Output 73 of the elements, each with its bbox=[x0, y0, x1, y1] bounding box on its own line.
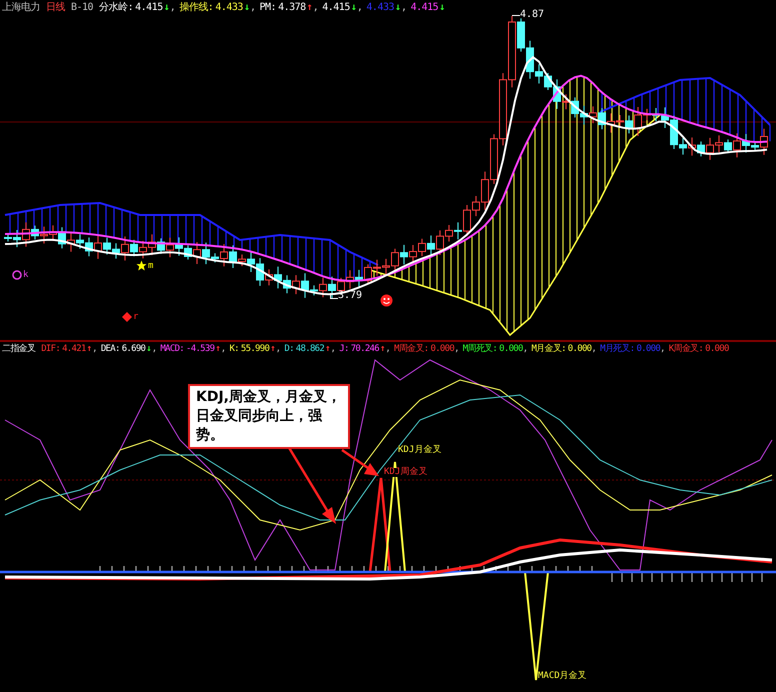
legend-label: DIF: bbox=[41, 343, 60, 356]
legend-value: 4.433 bbox=[215, 1, 243, 15]
legend-label: PM: bbox=[260, 1, 276, 15]
legend-value: -4.539 bbox=[186, 343, 214, 356]
trend-arrow: ↓ bbox=[244, 1, 250, 15]
marker-letter: k bbox=[23, 271, 28, 280]
legend-title: 上海电力 bbox=[2, 1, 40, 15]
separator: , bbox=[660, 343, 665, 356]
legend-value: 4.415 bbox=[135, 1, 163, 15]
trend-arrow: ↓ bbox=[164, 1, 170, 15]
separator: , bbox=[385, 343, 390, 356]
separator: , bbox=[591, 343, 596, 356]
marker-letter: r bbox=[133, 313, 138, 322]
legend-label: M月金叉: bbox=[531, 342, 566, 356]
separator: , bbox=[220, 343, 226, 356]
separator: , bbox=[250, 1, 256, 15]
signal-label: MACD月金叉 bbox=[538, 672, 587, 681]
legend-title: B-10 bbox=[71, 1, 94, 15]
price-label: 3.79 bbox=[338, 291, 362, 301]
price-label: 4.87 bbox=[520, 10, 544, 20]
legend-label: D: bbox=[284, 343, 294, 356]
trend-arrow: ↑ bbox=[380, 343, 386, 356]
legend-label: 分水岭: bbox=[99, 1, 134, 15]
trend-arrow: ↑ bbox=[86, 343, 92, 356]
legend-value: 4.415 bbox=[410, 1, 438, 15]
legend-title: 二指金叉 bbox=[2, 342, 36, 356]
legend-label: K周金叉: bbox=[668, 342, 704, 356]
legend-value: 0.000 bbox=[636, 343, 660, 356]
signal-label: KDJ月金叉 bbox=[398, 446, 442, 455]
legend-value: 0.000 bbox=[705, 343, 729, 356]
legend-value: 4.415 bbox=[322, 1, 350, 15]
legend-label: M周金叉: bbox=[394, 342, 428, 356]
separator: , bbox=[522, 343, 528, 356]
separator: , bbox=[170, 1, 176, 15]
separator: , bbox=[454, 343, 459, 356]
trend-arrow: ↑ bbox=[215, 343, 221, 356]
legend-label: 操作线: bbox=[179, 1, 214, 15]
separator: , bbox=[330, 343, 336, 356]
legend-value: 4.421 bbox=[62, 343, 86, 356]
legend-value: 48.862 bbox=[296, 343, 324, 356]
trend-arrow: ↑ bbox=[270, 343, 276, 356]
legend-title: 日线 bbox=[46, 1, 65, 15]
legend-value: 4.378 bbox=[278, 1, 306, 15]
trend-arrow: ↑ bbox=[306, 1, 313, 15]
legend-value: 70.246 bbox=[350, 343, 379, 356]
separator: , bbox=[356, 1, 362, 15]
separator: , bbox=[312, 1, 318, 15]
callout-text: KDJ,周金叉，月金叉，日金叉同步向上，强势。 bbox=[188, 384, 350, 449]
legend-value: 0.000 bbox=[430, 343, 454, 356]
legend-label: M周死叉: bbox=[462, 343, 498, 356]
smiley-icon bbox=[380, 294, 393, 307]
trend-arrow: ↓ bbox=[350, 1, 357, 15]
legend-label: K: bbox=[229, 343, 239, 356]
marker-letter: m bbox=[148, 262, 154, 271]
separator: , bbox=[276, 343, 280, 356]
legend-label: J: bbox=[339, 343, 349, 356]
legend-value: 6.690 bbox=[122, 343, 146, 356]
legend-label: M月死叉: bbox=[600, 343, 634, 356]
legend-value: 0.000 bbox=[499, 343, 523, 356]
legend-label: MACD: bbox=[160, 343, 184, 356]
separator: , bbox=[401, 1, 407, 15]
trend-arrow: ↑ bbox=[325, 343, 331, 356]
legend-label: DEA: bbox=[100, 343, 120, 356]
separator: , bbox=[92, 343, 97, 356]
trend-arrow: ↓ bbox=[395, 1, 402, 15]
signal-label: KDJ周金叉 bbox=[384, 468, 428, 477]
arrow bbox=[341, 448, 379, 476]
trend-arrow: ↓ bbox=[439, 1, 446, 15]
legend-value: 0.000 bbox=[568, 343, 592, 356]
separator: , bbox=[152, 343, 156, 356]
legend-value: 4.433 bbox=[366, 1, 394, 15]
legend-value: 55.990 bbox=[240, 343, 270, 356]
trend-arrow: ↓ bbox=[146, 343, 152, 356]
